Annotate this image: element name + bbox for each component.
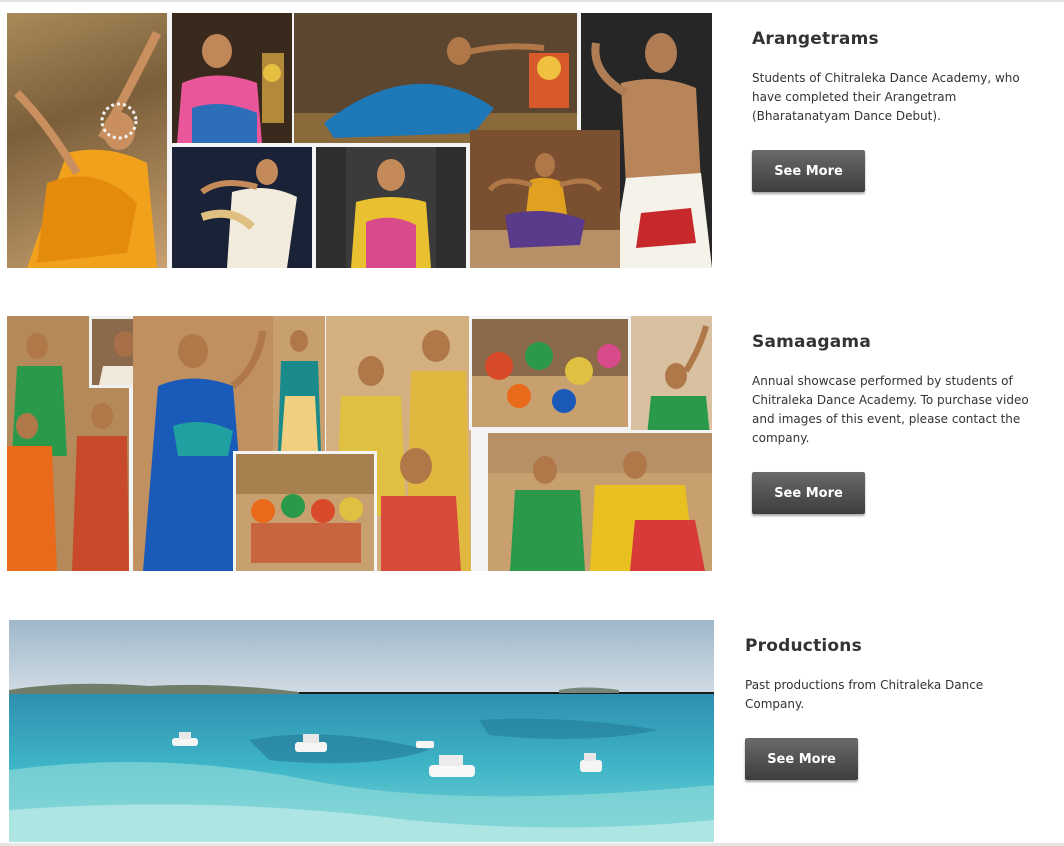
section-description: Past productions from Chitraleka Dance C… bbox=[745, 678, 984, 711]
photo-dancer-yellow bbox=[316, 147, 466, 268]
photo-dancers-yellow-red bbox=[485, 430, 712, 571]
section-title: Productions bbox=[745, 636, 862, 656]
arangetrams-photo-collage[interactable] bbox=[7, 13, 712, 268]
section-title: Samaagama bbox=[752, 332, 871, 352]
productions-section: Productions Past productions from Chitra… bbox=[0, 620, 1064, 842]
photo-girl-teal bbox=[273, 316, 325, 451]
samaagama-photo-collage[interactable] bbox=[7, 316, 712, 571]
productions-photo[interactable] bbox=[9, 620, 714, 842]
samaagama-section: Samaagama Annual showcase performed by s… bbox=[0, 316, 1064, 572]
see-more-button[interactable]: See More bbox=[752, 472, 865, 514]
photo-dance-group-stage bbox=[469, 316, 631, 430]
sea-boats-image bbox=[9, 620, 714, 842]
photo-dancer-orange bbox=[7, 13, 167, 268]
arangetrams-info: Arangetrams Students of Chitraleka Dance… bbox=[752, 29, 1042, 192]
section-description: Students of Chitraleka Dance Academy, wh… bbox=[752, 71, 1020, 123]
photo-group-small bbox=[233, 451, 377, 571]
photo-dancer-white bbox=[172, 147, 312, 268]
boat-3 bbox=[416, 741, 434, 748]
photo-dancer-green-red bbox=[631, 316, 712, 446]
arangetrams-section: Arangetrams Students of Chitraleka Dance… bbox=[0, 13, 1064, 269]
section-title: Arangetrams bbox=[752, 29, 879, 49]
dancer-orange-figure bbox=[14, 30, 162, 268]
section-description: Annual showcase performed by students of… bbox=[752, 374, 1029, 445]
see-more-button[interactable]: See More bbox=[745, 738, 858, 780]
samaagama-info: Samaagama Annual showcase performed by s… bbox=[752, 332, 1042, 514]
photo-dancer-blue bbox=[294, 13, 577, 143]
photo-dancer-stage bbox=[470, 130, 620, 268]
photo-dancer-pink bbox=[172, 13, 292, 143]
top-divider bbox=[0, 0, 1064, 2]
productions-info: Productions Past productions from Chitra… bbox=[745, 636, 1035, 780]
see-more-button[interactable]: See More bbox=[752, 150, 865, 192]
